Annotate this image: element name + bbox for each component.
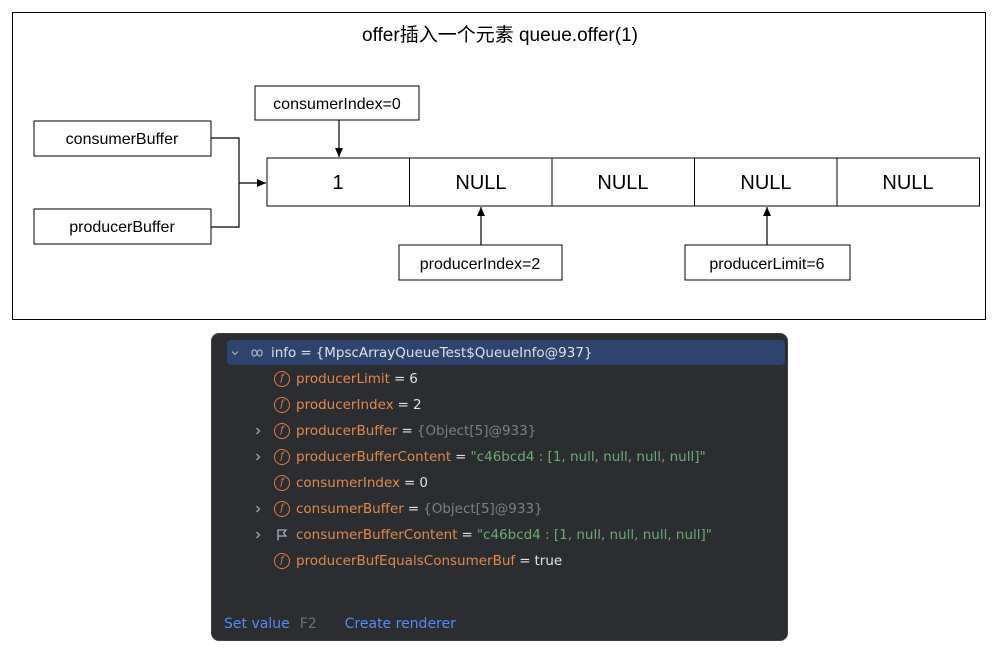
producer-index-label: producerIndex=2	[420, 256, 541, 273]
array-cell-value: NULL	[882, 172, 933, 194]
create-renderer-link[interactable]: Create renderer	[345, 616, 456, 632]
diagram-canvas: offer插入一个元素 queue.offer(1) 1 NULL NULL N…	[33, 24, 980, 281]
field-name: consumerBufferContent	[296, 526, 458, 543]
field-icon: f	[274, 396, 290, 413]
field-value: true	[534, 552, 563, 569]
consumer-buffer-connector	[211, 137, 240, 183]
field-value: "c46bcd4 : [1, null, null, null, null]"	[476, 526, 713, 543]
array-cell-value: NULL	[597, 172, 648, 194]
chevron-right-icon[interactable]	[252, 426, 264, 436]
equals-sign: =	[404, 474, 416, 491]
field-name: consumerBuffer	[296, 500, 404, 517]
set-value-link[interactable]: Set value	[224, 616, 290, 632]
variable-row-producer-buffer[interactable]: f producerBuffer = {Object[5]@933}	[252, 418, 536, 443]
field-icon: f	[274, 448, 290, 465]
variable-row-consumer-buffer[interactable]: f consumerBuffer = {Object[5]@933}	[252, 496, 543, 521]
diagram-title: offer插入一个元素 queue.offer(1)	[362, 24, 638, 46]
field-icon: f	[274, 500, 290, 517]
array-cell-value: NULL	[740, 172, 791, 194]
variable-row-info[interactable]: info = {MpscArrayQueueTest$QueueInfo@937…	[227, 340, 785, 365]
field-icon: f	[274, 370, 290, 387]
equals-sign: =	[407, 500, 420, 517]
chevron-down-icon[interactable]	[229, 348, 241, 358]
variable-name: info	[271, 344, 297, 361]
flag-icon	[274, 527, 290, 543]
equals-sign: =	[300, 344, 312, 361]
set-value-shortcut: F2	[299, 616, 317, 632]
field-name: producerBufferContent	[296, 448, 452, 465]
field-value: "c46bcd4 : [1, null, null, null, null]"	[470, 448, 706, 465]
field-value: 0	[419, 474, 428, 491]
field-name: producerBuffer	[296, 422, 398, 439]
equals-sign: =	[401, 422, 413, 439]
variable-value: {MpscArrayQueueTest$QueueInfo@937}	[315, 344, 593, 361]
field-value: 6	[409, 370, 418, 387]
chevron-right-icon[interactable]	[252, 530, 264, 540]
field-icon: f	[274, 422, 290, 439]
field-value: 2	[412, 396, 422, 413]
debugger-footer: Set value F2 Create renderer	[224, 614, 456, 634]
array-cell-value: 1	[332, 172, 343, 194]
equals-sign: =	[393, 370, 406, 387]
chevron-right-icon[interactable]	[252, 504, 264, 514]
field-icon: f	[274, 552, 290, 569]
watch-infinity-icon	[247, 346, 267, 360]
field-name: producerBufEqualsConsumerBuf	[296, 552, 516, 569]
field-name: consumerIndex	[296, 474, 400, 491]
field-name: producerIndex	[296, 396, 394, 413]
debugger-variables-panel: info = {MpscArrayQueueTest$QueueInfo@937…	[211, 333, 788, 641]
consumer-buffer-label: consumerBuffer	[66, 131, 179, 148]
variable-row-producer-index[interactable]: f producerIndex = 2	[274, 392, 422, 417]
equals-sign: =	[455, 448, 467, 465]
producer-buffer-label: producerBuffer	[69, 219, 175, 236]
consumer-index-label: consumerIndex=0	[273, 96, 401, 113]
variable-row-consumer-buffer-content[interactable]: consumerBufferContent = "c46bcd4 : [1, n…	[252, 522, 712, 547]
variable-row-consumer-index[interactable]: f consumerIndex = 0	[274, 470, 428, 495]
diagram-frame: offer插入一个元素 queue.offer(1) 1 NULL NULL N…	[12, 12, 986, 320]
array-cell-value: NULL	[455, 172, 506, 194]
equals-sign: =	[461, 526, 473, 543]
producer-limit-label: producerLimit=6	[709, 256, 824, 273]
equals-sign: =	[519, 552, 531, 569]
equals-sign: =	[397, 396, 409, 413]
field-icon: f	[274, 474, 290, 491]
variable-row-producer-buf-equals-consumer-buf[interactable]: f producerBufEqualsConsumerBuf = true	[274, 548, 562, 573]
chevron-right-icon[interactable]	[252, 452, 264, 462]
field-value: {Object[5]@933}	[416, 422, 537, 439]
field-value: {Object[5]@933}	[423, 500, 543, 517]
array-cells: 1 NULL NULL NULL NULL	[266, 157, 980, 207]
variable-row-producer-limit[interactable]: f producerLimit = 6	[274, 366, 418, 391]
producer-buffer-connector	[211, 183, 240, 228]
field-name: producerLimit	[296, 370, 390, 387]
variable-row-producer-buffer-content[interactable]: f producerBufferContent = "c46bcd4 : [1,…	[252, 444, 706, 469]
